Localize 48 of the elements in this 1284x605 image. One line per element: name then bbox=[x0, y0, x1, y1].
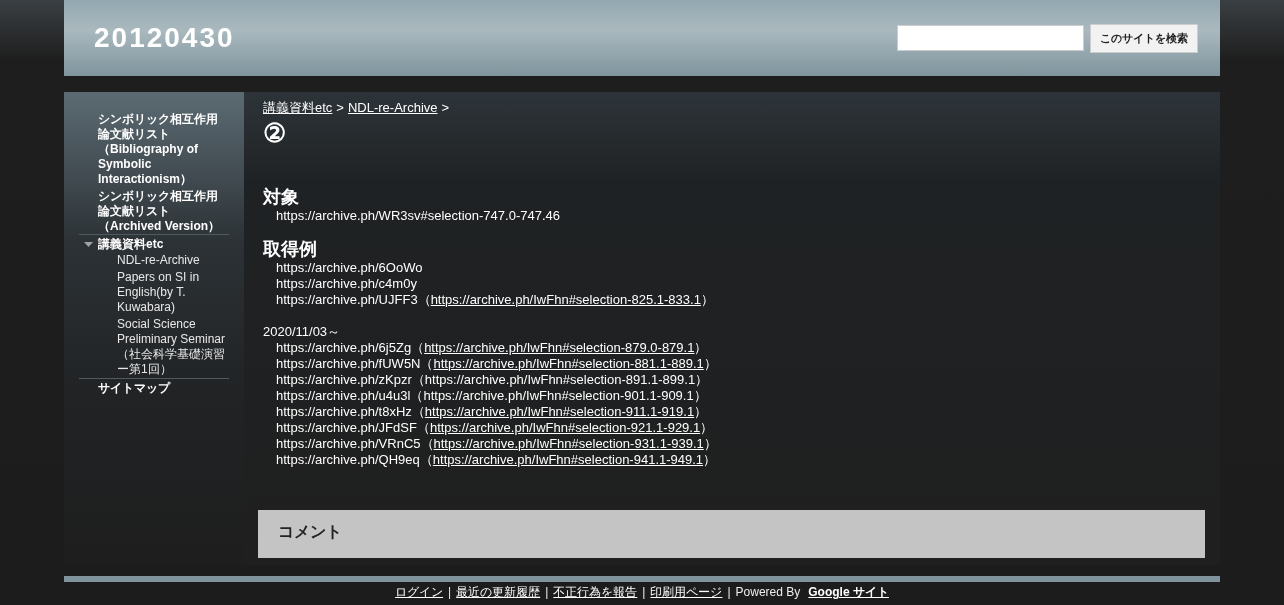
expand-triangle-icon[interactable] bbox=[84, 242, 93, 247]
archive-entry: https://archive.ph/u4u3l（https://archive.ph/IwFhn#selection-901.1-909.1） bbox=[275, 387, 708, 404]
footer-separator: | bbox=[448, 585, 452, 599]
search-field[interactable] bbox=[897, 25, 1084, 51]
archive-entry: https://archive.ph/WR3sv#selection-747.0-747.46 bbox=[275, 207, 561, 224]
footer-link[interactable]: 不正行為を報告 bbox=[553, 585, 638, 599]
sidebar-subitem[interactable]: Social Science Preliminary Seminar（社会科学基礎演習ー第1回） bbox=[117, 317, 229, 377]
sidebar-item[interactable]: 講義資料etc bbox=[98, 237, 226, 252]
breadcrumb-link[interactable]: 講義資料etc bbox=[263, 98, 333, 118]
archive-entry: https://archive.ph/UJFF3（https://archive.ph/IwFhn#selection-825.1-833.1） bbox=[275, 291, 715, 308]
google-sites-link[interactable]: Google サイト bbox=[808, 585, 889, 599]
sidebar-subitem[interactable]: Papers on SI in English(by T. Kuwabara) bbox=[117, 270, 229, 315]
sidebar-item[interactable]: シンボリック相互作用論文献リスト（Bibliography of Symbolic Interactionism） bbox=[98, 112, 226, 187]
selection-link[interactable]: https://archive.ph/IwFhn#selection-825.1-833.1 bbox=[430, 291, 701, 307]
archive-entry: https://archive.ph/6j5Zg（https://archive.ph/IwFhn#selection-879.0-879.1） bbox=[275, 339, 709, 356]
selection-link[interactable]: https://archive.ph/IwFhn#selection-879.0-879.1 bbox=[424, 339, 695, 355]
sidebar-item[interactable]: シンボリック相互作用論文献リスト（Archived Version） bbox=[98, 189, 226, 234]
search-button[interactable]: このサイトを検索 bbox=[1090, 23, 1198, 53]
sidebar-subitem[interactable]: NDL-re-Archive bbox=[117, 253, 229, 268]
breadcrumb-separator: > bbox=[336, 99, 344, 117]
archive-entry: https://archive.ph/VRnC5（https://archive.ph/IwFhn#selection-931.1-939.1） bbox=[275, 435, 718, 452]
selection-link[interactable]: https://archive.ph/IwFhn#selection-941.1-949.1 bbox=[432, 451, 704, 467]
archive-entry: https://archive.ph/QH9eq（https://archive.ph/IwFhn#selection-941.1-949.1） bbox=[275, 451, 718, 468]
selection-link[interactable]: https://archive.ph/IwFhn#selection-881.1-889.1 bbox=[433, 355, 704, 371]
archive-entry: https://archive.ph/t8xHz（https://archive.ph/IwFhn#selection-911.1-919.1） bbox=[275, 403, 709, 420]
footer-link[interactable]: 印刷用ページ bbox=[650, 585, 723, 599]
powered-by-text: Powered By bbox=[735, 585, 801, 599]
archive-entry: https://archive.ph/6OoWo bbox=[275, 259, 424, 276]
selection-link[interactable]: https://archive.ph/IwFhn#selection-931.1-939.1 bbox=[433, 435, 704, 451]
archive-entry: https://archive.ph/JFdSF（https://archive.ph/IwFhn#selection-921.1-929.1） bbox=[275, 419, 715, 436]
footer-link[interactable]: 最近の更新履歴 bbox=[456, 585, 541, 599]
selection-link[interactable]: https://archive.ph/IwFhn#selection-921.1-929.1 bbox=[429, 419, 701, 435]
breadcrumb-link[interactable]: NDL-re-Archive bbox=[347, 98, 438, 118]
sidebar-item[interactable]: サイトマップ bbox=[98, 381, 226, 396]
footer-separator: | bbox=[545, 585, 549, 599]
comments-heading: コメント bbox=[278, 521, 343, 542]
footer-link[interactable]: ログイン bbox=[395, 585, 444, 599]
breadcrumb-separator: > bbox=[441, 99, 450, 117]
date-note: 2020/11/03～ bbox=[263, 323, 342, 340]
archive-entry: https://archive.ph/c4m0y bbox=[275, 275, 418, 292]
footer-separator: | bbox=[642, 585, 646, 599]
archive-entry: https://archive.ph/zKpzr（https://archive.ph/IwFhn#selection-891.1-899.1） bbox=[275, 371, 710, 388]
selection-link[interactable]: https://archive.ph/IwFhn#selection-911.1-919.1 bbox=[424, 403, 695, 419]
section-heading: 取得例 bbox=[263, 237, 318, 260]
archive-entry: https://archive.ph/fUW5N（https://archive.ph/IwFhn#selection-881.1-889.1） bbox=[275, 355, 718, 372]
footer-separator: | bbox=[727, 585, 731, 599]
page-title: ② bbox=[263, 117, 287, 148]
section-heading: 対象 bbox=[263, 185, 300, 208]
